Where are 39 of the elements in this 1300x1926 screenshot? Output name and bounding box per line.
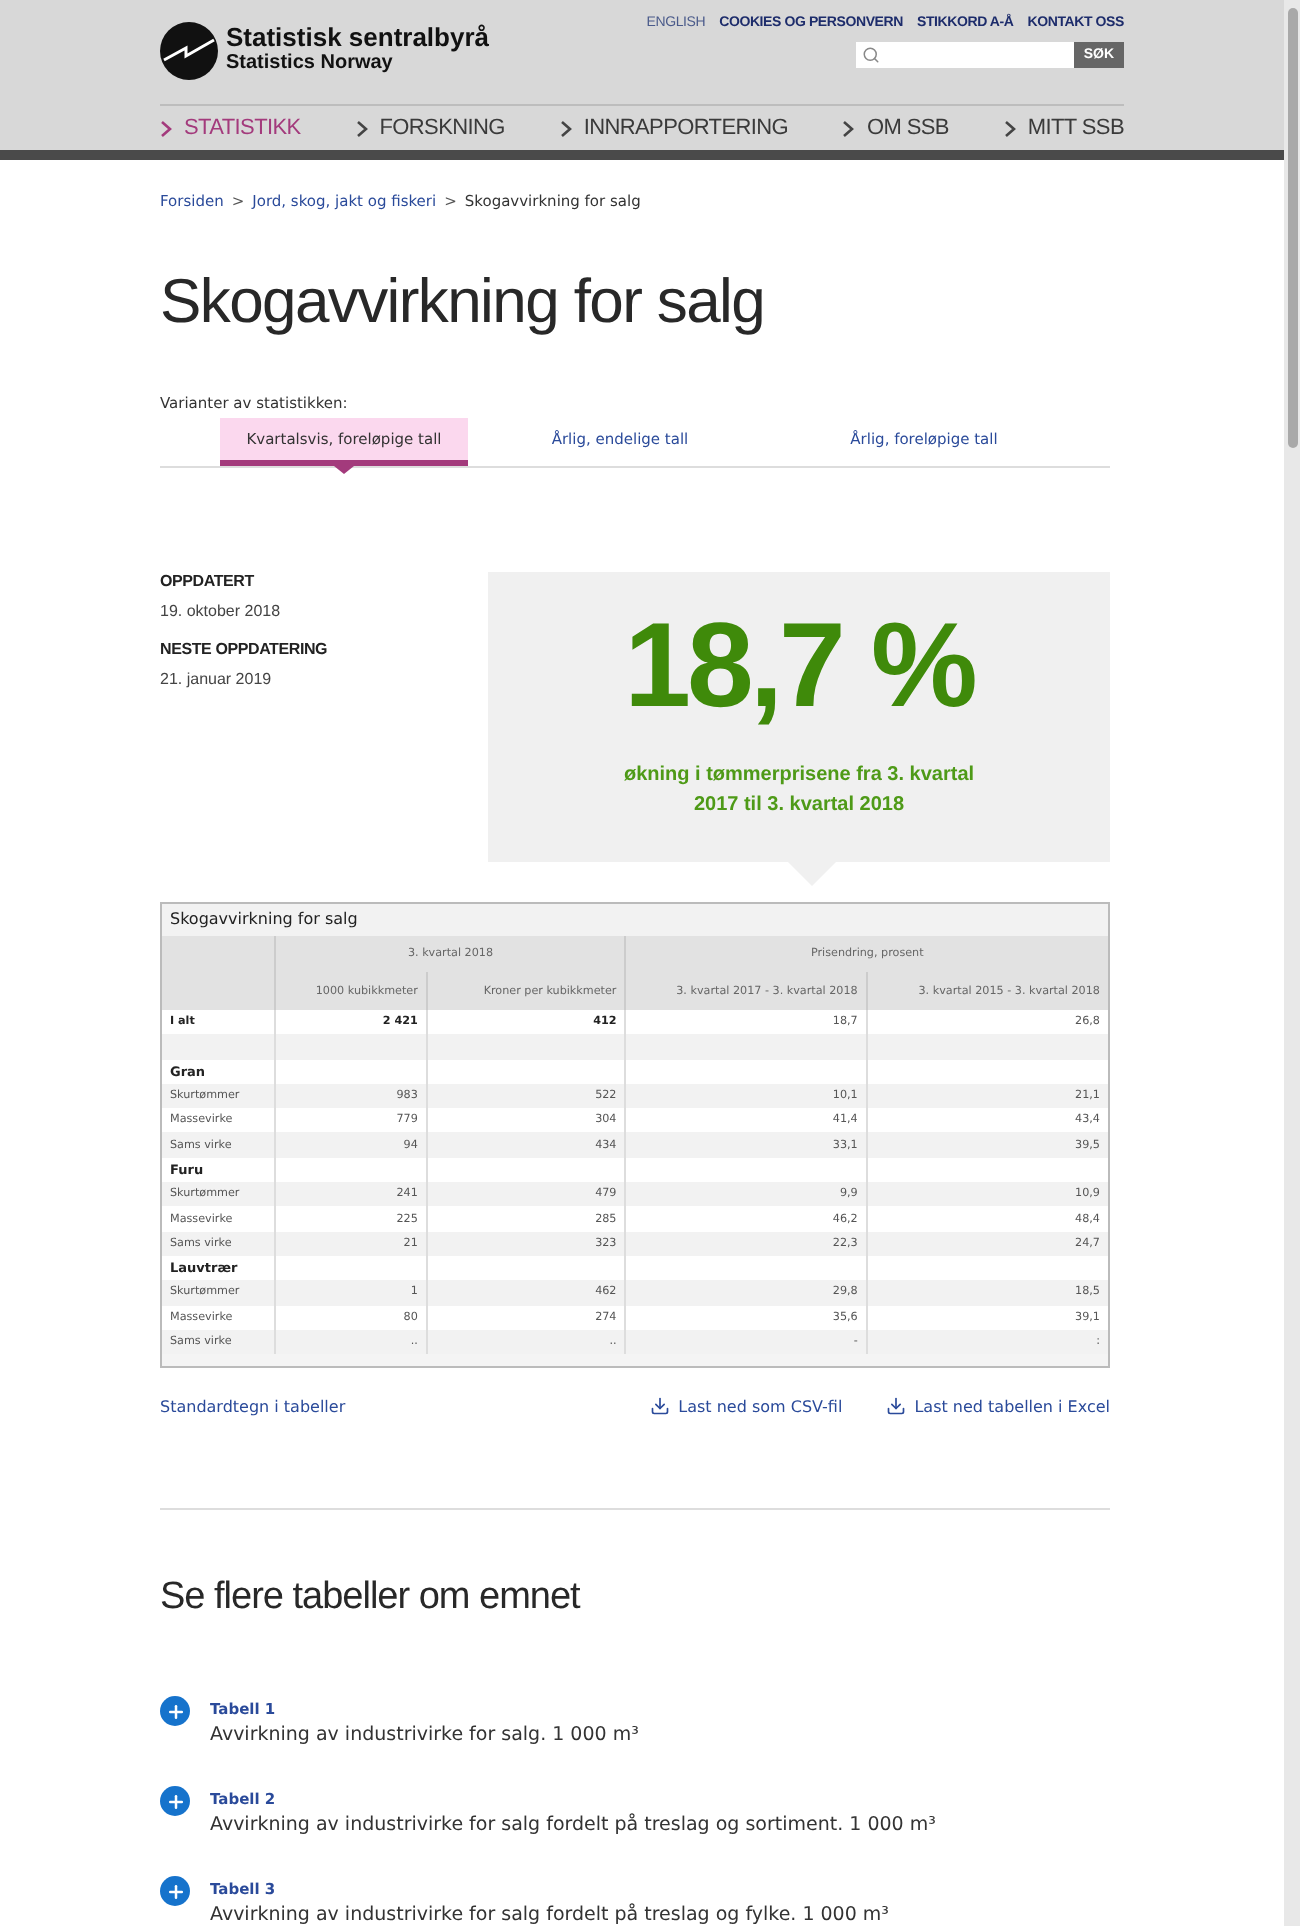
- chevron-icon: [160, 119, 172, 137]
- nav-item[interactable]: FORSKNING: [355, 116, 505, 140]
- download-link[interactable]: Last ned som CSV-fil: [650, 1396, 843, 1417]
- logo-subtitle: Statistics Norway: [226, 52, 395, 76]
- table-title: Avvirkning av industrivirke for salg. 1 000 m³: [210, 1724, 639, 1747]
- chevron-icon: [355, 119, 368, 137]
- plus-icon: [165, 1881, 185, 1902]
- logo-icon: [160, 21, 218, 79]
- download-link[interactable]: Last ned tabellen i Excel: [886, 1396, 1110, 1417]
- symbols-link[interactable]: Standardtegn i tabeller: [160, 1397, 346, 1416]
- scrollbar-thumb[interactable]: [1287, 8, 1297, 448]
- page-title: Skogavvirkning for salg: [160, 266, 767, 340]
- download-icon: [886, 1396, 907, 1417]
- search-icon: [861, 46, 880, 64]
- date-value: 21. januar 2019: [160, 670, 274, 688]
- chevron-icon: [842, 119, 855, 137]
- nav-item[interactable]: OM SSB: [842, 116, 949, 140]
- expand-button[interactable]: [160, 1786, 190, 1817]
- search-field[interactable]: [855, 42, 1074, 68]
- expand-button[interactable]: [160, 1876, 190, 1907]
- plus-icon: [165, 1701, 185, 1722]
- date-label: OPPDATERT: [160, 572, 256, 590]
- expand-button[interactable]: [160, 1696, 190, 1727]
- plus-icon: [165, 1791, 185, 1812]
- date-value: 19. oktober 2018: [160, 602, 283, 620]
- logo-name: Statistisk sentralbyrå: [226, 24, 490, 52]
- nav-item[interactable]: MITT SSB: [1003, 116, 1124, 140]
- date-label: NESTE OPPDATERING: [160, 640, 330, 658]
- chevron-icon: [559, 119, 572, 137]
- section-heading: Se flere tabeller om emnet: [160, 1576, 583, 1621]
- chevron-icon: [1003, 119, 1016, 137]
- nav-item[interactable]: STATISTIKK: [160, 116, 301, 140]
- download-icon: [650, 1396, 671, 1417]
- table-title: Avvirkning av industrivirke for salg fordelt på treslag og fylke. 1 000 m³: [210, 1904, 889, 1926]
- highlight-text: økning i tømmerprisene fra 3. kvartal 2017 til 3. kvartal 2018: [621, 762, 977, 820]
- highlight-value: 18,7 %: [624, 600, 974, 732]
- table-title: Avvirkning av industrivirke for salg fordelt på treslag og sortiment. 1 000 m³: [210, 1814, 936, 1837]
- tab-pointer: [334, 466, 354, 474]
- nav-item[interactable]: INNRAPPORTERING: [559, 116, 789, 140]
